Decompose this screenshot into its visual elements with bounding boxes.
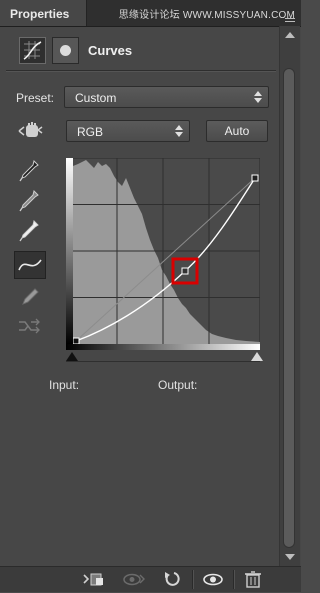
tab-properties[interactable]: Properties: [0, 0, 87, 26]
slider-rail: [66, 361, 260, 362]
sample-gray-point-eyedropper[interactable]: [14, 188, 46, 216]
targeted-adjustment-hand-icon[interactable]: [18, 121, 44, 141]
watermark-text: 思缘设计论坛 WWW.MISSYUAN.COM: [118, 10, 295, 21]
select-arrows-icon: [175, 124, 183, 138]
draw-curve-pencil-tool[interactable]: [14, 284, 46, 312]
clip-to-layer-icon[interactable]: [82, 571, 103, 588]
curve-icon: [18, 259, 42, 271]
toolbar-divider: [192, 570, 194, 589]
edit-points-curve-tool[interactable]: [14, 251, 46, 279]
bottom-toolbar: [0, 566, 301, 592]
adjustment-header: Curves: [0, 27, 301, 73]
trash-icon[interactable]: [243, 571, 263, 588]
channel-select[interactable]: RGB: [66, 120, 190, 142]
sample-white-point-eyedropper[interactable]: [14, 218, 46, 246]
input-gradient-bar: [66, 344, 260, 350]
curves-graph-canvas[interactable]: [65, 157, 261, 345]
scrollbar-thumb[interactable]: [283, 68, 295, 548]
auto-button[interactable]: Auto: [206, 120, 268, 142]
properties-panel: Properties 思缘设计论坛 WWW.MISSYUAN.COM Curve…: [0, 0, 301, 592]
layer-mask-icon[interactable]: [52, 37, 79, 64]
smooth-icon: [19, 318, 40, 334]
preset-value: Custom: [75, 91, 117, 105]
reset-icon[interactable]: [162, 571, 182, 588]
view-previous-icon[interactable]: [122, 571, 145, 588]
curves-graph[interactable]: [65, 157, 261, 350]
scroll-down-arrow-icon[interactable]: [285, 554, 295, 560]
curve-point-midtone[interactable]: [181, 267, 189, 275]
preset-select[interactable]: Custom: [64, 86, 269, 108]
pencil-icon: [22, 288, 39, 305]
output-label: Output:: [158, 378, 198, 392]
white-point-slider[interactable]: [251, 352, 263, 361]
channel-value: RGB: [77, 125, 104, 139]
header-divider: [6, 70, 276, 72]
select-arrows-icon: [254, 90, 262, 104]
input-label: Input:: [49, 378, 80, 392]
sample-black-point-eyedropper[interactable]: [14, 158, 46, 186]
output-gradient-bar: [66, 158, 73, 344]
curve-point-white[interactable]: [251, 174, 259, 182]
adjustment-title: Curves: [88, 43, 133, 58]
panel-tab-bar: Properties 思缘设计论坛 WWW.MISSYUAN.COM: [0, 0, 301, 27]
scroll-up-arrow-icon[interactable]: [285, 32, 295, 38]
tab-properties-label: Properties: [10, 7, 70, 21]
curves-adjustment-icon[interactable]: [19, 37, 46, 64]
panel-menu-icon[interactable]: [285, 18, 295, 24]
smooth-curve-tool[interactable]: [14, 313, 46, 341]
preset-label: Preset:: [16, 91, 55, 105]
toolbar-divider: [233, 570, 235, 589]
black-point-slider[interactable]: [66, 352, 78, 361]
visibility-eye-icon[interactable]: [202, 571, 223, 588]
